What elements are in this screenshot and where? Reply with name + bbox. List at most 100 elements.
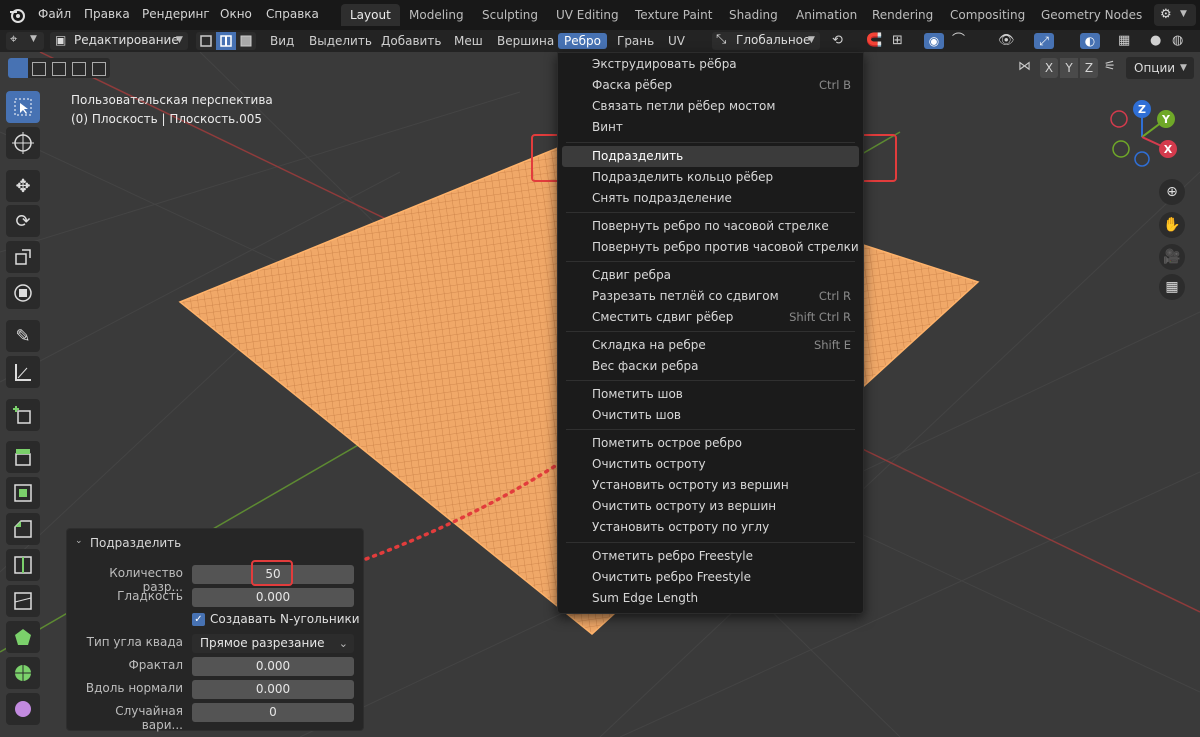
header-menu-uv[interactable]: UV [668, 33, 685, 49]
loop-cut-icon[interactable] [6, 549, 40, 581]
tab-animation[interactable]: Animation [787, 4, 866, 26]
select-invert-icon[interactable] [72, 62, 86, 76]
pivot-icon[interactable]: ⟲ [832, 33, 843, 49]
menu-item-bevel-edges[interactable]: Фаска рёбер Ctrl B [562, 75, 859, 96]
fractal-field[interactable]: 0.000 [192, 657, 354, 676]
inset-icon[interactable] [6, 477, 40, 509]
bevel-icon[interactable] [6, 513, 40, 545]
rotate-icon[interactable]: ⟳ [6, 205, 40, 237]
select-new-icon[interactable] [8, 58, 28, 78]
tab-shading[interactable]: Shading [720, 4, 787, 26]
header-menu-view[interactable]: Вид [270, 33, 294, 49]
menu-item-rotate-edge-ccw[interactable]: Повернуть ребро против часовой стрелки [562, 237, 859, 258]
menu-item-rotate-edge-cw[interactable]: Повернуть ребро по часовой стрелке [562, 216, 859, 237]
cursor-icon[interactable] [6, 127, 40, 159]
proportional-edit-icon[interactable]: ◉ [924, 33, 944, 49]
menu-render[interactable]: Рендеринг [142, 7, 210, 21]
smooth-icon[interactable] [6, 693, 40, 725]
menu-item-unsubdivide[interactable]: Снять подразделение [562, 188, 859, 209]
menu-item-set-sharpness-by-angle[interactable]: Установить остроту по углу [562, 517, 859, 538]
menu-item-offset-edge-slide[interactable]: Сместить сдвиг рёбер Shift Ctrl R [562, 307, 859, 328]
scene-selector[interactable]: ⚙ ▼ [1154, 4, 1196, 26]
menu-help[interactable]: Справка [266, 7, 319, 21]
tab-geometry-nodes[interactable]: Geometry Nodes [1032, 4, 1151, 26]
header-menu-add[interactable]: Добавить [381, 33, 441, 49]
menu-item-subdivide[interactable]: Подразделить [562, 146, 859, 167]
menu-item-bridge-edge-loops[interactable]: Связать петли рёбер мостом [562, 96, 859, 117]
snap-increment-icon[interactable]: ⊞ [892, 33, 903, 49]
tab-rendering[interactable]: Rendering [863, 4, 942, 26]
annotate-icon[interactable]: ✎ [6, 320, 40, 352]
shading-solid-icon[interactable]: ● [1150, 33, 1161, 49]
tab-texture-paint[interactable]: Texture Paint [626, 4, 721, 26]
blender-logo-icon[interactable] [8, 6, 26, 24]
menu-item-clear-freestyle-edge[interactable]: Очистить ребро Freestyle [562, 567, 859, 588]
tab-sculpting[interactable]: Sculpting [473, 4, 547, 26]
header-menu-edge[interactable]: Ребро [558, 33, 607, 49]
select-extend-icon[interactable] [32, 62, 46, 76]
menu-item-clear-sharp-from-vertices[interactable]: Очистить остроту из вершин [562, 496, 859, 517]
along-normal-field[interactable]: 0.000 [192, 680, 354, 699]
perspective-toggle-icon[interactable]: ▦ [1159, 274, 1185, 300]
visibility-icon[interactable]: 👁 [998, 33, 1015, 49]
add-cube-icon[interactable] [6, 399, 40, 431]
vertex-select-icon[interactable] [196, 32, 216, 50]
move-icon[interactable]: ✥ [6, 170, 40, 202]
face-select-icon[interactable] [236, 32, 256, 50]
menu-item-mark-sharp[interactable]: Пометить острое ребро [562, 433, 859, 454]
header-menu-vertex[interactable]: Вершина [497, 33, 554, 49]
menu-item-edge-crease[interactable]: Складка на ребре Shift E [562, 335, 859, 356]
menu-item-subdivide-edge-ring[interactable]: Подразделить кольцо рёбер [562, 167, 859, 188]
transform-orientation-selector[interactable]: ⤡ Глобальное ▼ [712, 32, 820, 50]
falloff-icon[interactable]: ⌒ [952, 33, 965, 49]
select-subtract-icon[interactable] [52, 62, 66, 76]
scale-icon[interactable] [6, 241, 40, 273]
edge-select-icon[interactable] [216, 32, 236, 50]
menu-item-edge-slide[interactable]: Сдвиг ребра [562, 265, 859, 286]
ngon-checkbox-label[interactable]: Создавать N-угольники [210, 612, 360, 626]
transform-icon[interactable] [6, 277, 40, 309]
menu-item-edge-bevel-weight[interactable]: Вес фаски ребра [562, 356, 859, 377]
editor-type-selector[interactable]: ⌖ ▼ [6, 32, 44, 50]
tab-modeling[interactable]: Modeling [400, 4, 473, 26]
pan-hand-icon[interactable]: ✋ [1159, 212, 1185, 238]
menu-file[interactable]: Файл [38, 7, 71, 21]
xray-icon[interactable]: ▦ [1118, 33, 1130, 49]
header-menu-mesh[interactable]: Меш [454, 33, 483, 49]
knife-icon[interactable] [6, 585, 40, 617]
header-menu-select[interactable]: Выделить [309, 33, 372, 49]
axis-x-button[interactable]: X [1040, 58, 1058, 78]
menu-item-clear-seam[interactable]: Очистить шов [562, 405, 859, 426]
zoom-icon[interactable]: ⊕ [1159, 179, 1185, 205]
select-intersect-icon[interactable] [92, 62, 106, 76]
axis-y-button[interactable]: Y [1060, 58, 1078, 78]
menu-item-mark-sharp-from-vertices[interactable]: Установить остроту из вершин [562, 475, 859, 496]
menu-item-clear-sharp[interactable]: Очистить остроту [562, 454, 859, 475]
menu-item-mark-freestyle-edge[interactable]: Отметить ребро Freestyle [562, 546, 859, 567]
mode-selector[interactable]: ▣ Редактирование ▼ [50, 32, 188, 50]
snap-icon[interactable]: 🧲 [866, 33, 882, 49]
spin-icon[interactable] [6, 657, 40, 689]
smoothness-field[interactable]: 0.000 [192, 588, 354, 607]
menu-item-mark-seam[interactable]: Пометить шов [562, 384, 859, 405]
menu-item-extrude-edges[interactable]: Экструдировать рёбра [562, 54, 859, 75]
measure-icon[interactable] [6, 356, 40, 388]
menu-window[interactable]: Окно [220, 7, 252, 21]
camera-icon[interactable]: 🎥 [1159, 244, 1185, 270]
menu-item-screw[interactable]: Винт [562, 117, 859, 138]
menu-edit[interactable]: Правка [84, 7, 130, 21]
panel-title[interactable]: Подразделить [90, 536, 181, 550]
random-seed-field[interactable]: 0 [192, 703, 354, 722]
tab-layout[interactable]: Layout [341, 4, 400, 26]
tab-compositing[interactable]: Compositing [941, 4, 1034, 26]
poly-build-icon[interactable] [6, 621, 40, 653]
chevron-down-icon[interactable]: ⌄ [75, 536, 83, 546]
mesh-options-icon[interactable]: ⚟ [1104, 59, 1116, 74]
menu-item-loop-cut-slide[interactable]: Разрезать петлёй со сдвигом Ctrl R [562, 286, 859, 307]
options-dropdown[interactable]: Опции ▼ [1126, 57, 1194, 79]
quad-corner-type-select[interactable]: Прямое разрезание ⌄ [192, 634, 354, 653]
axis-z-button[interactable]: Z [1080, 58, 1098, 78]
ngon-checkbox[interactable]: ✓ [192, 613, 205, 626]
overlay-toggle-icon[interactable]: ◐ [1080, 33, 1100, 49]
shading-material-icon[interactable]: ◍ [1172, 33, 1183, 49]
